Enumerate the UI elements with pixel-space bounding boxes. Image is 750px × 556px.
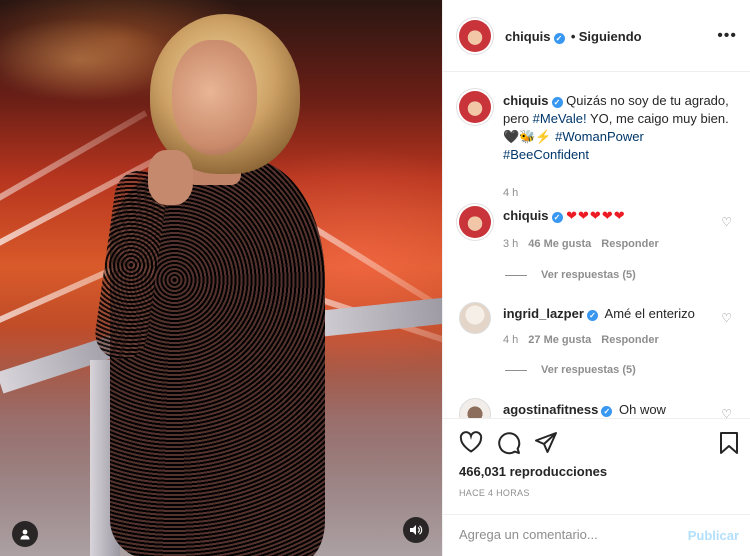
view-replies-button[interactable]: Ver respuestas (5) xyxy=(505,269,636,281)
post-timestamp[interactable]: HACE 4 HORAS xyxy=(459,488,530,498)
replies-divider xyxy=(505,274,527,276)
caption-avatar[interactable] xyxy=(459,91,491,123)
hashtag-link[interactable]: #BeeConfident xyxy=(503,147,589,162)
verified-badge-icon: ✓ xyxy=(551,97,563,108)
commenter-username[interactable]: agostinafitness xyxy=(503,402,598,417)
caption-text: chiquis ✓ Quizás no soy de tu agrado, per… xyxy=(503,93,729,162)
reply-button[interactable]: Responder xyxy=(601,334,658,346)
author-avatar[interactable] xyxy=(459,20,491,52)
caption-time[interactable]: 4 h xyxy=(503,187,518,199)
post-photo[interactable] xyxy=(0,0,442,556)
verified-badge-icon: ✓ xyxy=(586,310,598,321)
view-count[interactable]: 466,031 reproducciones xyxy=(459,464,607,479)
comment-bubble-icon[interactable] xyxy=(497,431,521,458)
commenter-avatar[interactable] xyxy=(459,398,491,418)
commenter-avatar[interactable] xyxy=(459,206,491,238)
like-comment-heart-icon[interactable]: ♡ xyxy=(721,215,732,229)
comments-list[interactable]: chiquis ✓ Quizás no soy de tu agrado, per… xyxy=(443,73,750,418)
like-heart-icon[interactable] xyxy=(459,431,483,456)
sound-icon[interactable] xyxy=(403,517,429,543)
verified-badge-icon: ✓ xyxy=(553,33,565,44)
more-horizontal-icon[interactable]: ••• xyxy=(717,27,737,45)
hashtag-link[interactable]: #WomanPower xyxy=(555,129,644,144)
commenter-avatar[interactable] xyxy=(459,302,491,334)
comment-text: Oh wow xyxy=(618,402,666,417)
publish-button[interactable]: Publicar xyxy=(688,528,739,543)
verified-badge-icon: ✓ xyxy=(601,406,613,417)
like-comment-heart-icon[interactable]: ♡ xyxy=(721,311,732,325)
tagged-user-icon[interactable] xyxy=(12,521,38,547)
post-side-panel: chiquis ✓ • Siguiendo ••• chiquis ✓ Quizás… xyxy=(442,0,750,556)
follow-separator: • xyxy=(570,29,576,44)
verified-badge-icon: ✓ xyxy=(551,212,563,223)
caption-username[interactable]: chiquis xyxy=(503,93,549,108)
reply-button[interactable]: Responder xyxy=(601,238,658,250)
like-comment-heart-icon[interactable]: ♡ xyxy=(721,407,732,418)
author-info: chiquis ✓ • Siguiendo xyxy=(505,29,642,44)
view-replies-button[interactable]: Ver respuestas (5) xyxy=(505,364,636,376)
post-actions: 466,031 reproducciones HACE 4 HORAS xyxy=(443,418,750,528)
add-comment-input[interactable] xyxy=(459,527,679,542)
comment-likes[interactable]: 46 Me gusta xyxy=(528,238,591,250)
post-header: chiquis ✓ • Siguiendo ••• xyxy=(443,0,750,72)
commenter-username[interactable]: chiquis xyxy=(503,208,549,223)
comment-time[interactable]: 4 h xyxy=(503,334,518,346)
comment-likes[interactable]: 27 Me gusta xyxy=(528,334,591,346)
save-bookmark-icon[interactable] xyxy=(719,431,739,458)
comment-text: Amé el enterizo xyxy=(604,306,695,321)
comment-composer: Publicar xyxy=(443,514,750,556)
comment-time[interactable]: 3 h xyxy=(503,238,518,250)
comment-text: ❤❤❤❤❤ xyxy=(566,208,626,223)
following-button[interactable]: Siguiendo xyxy=(579,29,642,44)
author-username[interactable]: chiquis xyxy=(505,29,551,44)
commenter-username[interactable]: ingrid_lazper xyxy=(503,306,584,321)
hashtag-link[interactable]: #MeVale! xyxy=(533,111,587,126)
share-paper-plane-icon[interactable] xyxy=(534,431,558,458)
replies-divider xyxy=(505,369,527,371)
